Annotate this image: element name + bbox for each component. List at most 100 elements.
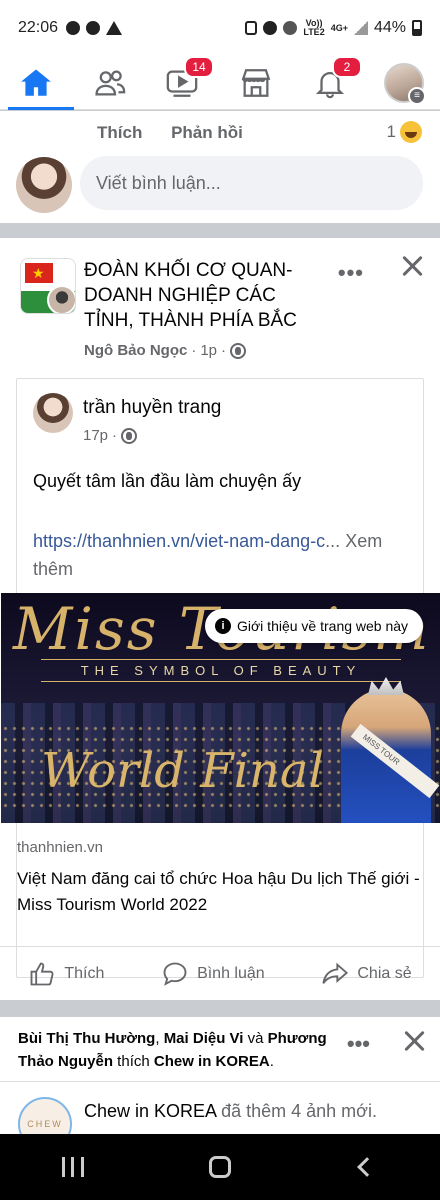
meta-dot: · — [221, 342, 227, 359]
comment-label: Bình luận — [197, 964, 265, 982]
top-nav-bar: 14 2 ≡ — [0, 56, 440, 110]
activity-actor-2[interactable]: Mai Diệu Vi — [164, 1030, 244, 1047]
shared-meta: 17p · — [83, 427, 138, 444]
comment-button[interactable]: Bình luận — [161, 960, 265, 988]
star-icon: ★ — [32, 265, 45, 281]
nav-watch[interactable]: 14 — [150, 56, 214, 110]
shared-time[interactable]: 17p — [83, 427, 108, 444]
post-action-bar: Thích Bình luận Chia sẻ — [0, 946, 440, 1000]
shared-link-text: https://thanhnien.vn/viet-nam-dang-c... … — [33, 527, 413, 583]
alarm-icon — [263, 21, 278, 35]
recents-button[interactable] — [53, 1147, 93, 1187]
lock-icon — [245, 21, 258, 35]
meta-dot: · — [191, 342, 197, 359]
comment-like-button[interactable]: Thích — [97, 123, 142, 142]
friend-activity: Bùi Thị Thu Hường, Mai Diệu Vi và Phương… — [18, 1027, 328, 1073]
link-title: Việt Nam đăng cai tổ chức Hoa hậu Du lịc… — [17, 869, 420, 914]
shared-post: trần huyền trang 17p · Quyết tâm lần đầu… — [1, 378, 440, 978]
url-ellipsis: ... — [325, 531, 341, 551]
system-navigation-bar — [0, 1134, 440, 1200]
comment-actions: Thích Phản hồi — [97, 123, 267, 143]
status-bar: 22:06 Vo)) LTE2 4G+ 44% — [0, 0, 440, 56]
author-mini-avatar — [47, 285, 75, 313]
signal-icon — [353, 21, 368, 35]
friends-icon — [95, 70, 126, 96]
activity-sep-1: , — [155, 1030, 164, 1047]
nav-notifications[interactable]: 2 — [298, 56, 362, 110]
like-label: Thích — [64, 964, 105, 982]
like-button[interactable]: Thích — [28, 960, 104, 988]
divider — [0, 1081, 440, 1082]
post-meta: Ngô Bảo Ngọc · 1p · — [84, 342, 247, 359]
network-lte: LTE2 — [303, 27, 325, 37]
feed-post: ★ ĐOÀN KHỐI CƠ QUAN-DOANH NGHIỆP CÁC TỈN… — [0, 238, 440, 1000]
back-chevron-icon — [356, 1157, 377, 1177]
watch-badge: 14 — [184, 56, 214, 78]
menu-icon: ≡ — [408, 87, 426, 105]
page-avatar[interactable]: ★ — [20, 258, 76, 314]
activity-sep-2: và — [243, 1030, 268, 1047]
network-type: 4G+ — [330, 22, 348, 33]
tooltip-label: Giới thiệu về trang web này — [237, 618, 409, 634]
activity-target[interactable]: Chew in KOREA — [154, 1053, 270, 1070]
facebook-icon — [86, 21, 101, 35]
share-label: Chia sẻ — [357, 964, 412, 982]
close-icon[interactable] — [398, 252, 426, 280]
post-time[interactable]: 1p — [200, 342, 217, 359]
info-icon: i — [215, 618, 231, 634]
meta-dot: · — [112, 427, 118, 444]
comment-input[interactable]: Viết bình luận... — [80, 156, 423, 210]
activity-verb: thích — [113, 1053, 154, 1070]
link-preview-image[interactable]: Miss Tourism THE SYMBOL OF BEAUTY World … — [1, 593, 440, 823]
thumbs-up-icon — [30, 962, 54, 985]
nav-home[interactable] — [4, 56, 74, 110]
messenger-icon — [66, 21, 81, 35]
post2-more-button[interactable]: ••• — [347, 1031, 370, 1057]
post-page-name[interactable]: ĐOÀN KHỐI CƠ QUAN-DOANH NGHIỆP CÁC TỈNH,… — [84, 258, 324, 333]
post2-header: Chew in KOREA đã thêm 4 ảnh mới. — [84, 1101, 377, 1122]
post2-action-text: đã thêm 4 ảnh mới. — [216, 1101, 377, 1121]
globe-icon — [121, 427, 138, 444]
post2-page-name[interactable]: Chew in KOREA — [84, 1101, 216, 1121]
sash-text: MISS TOUR — [350, 723, 440, 799]
shared-author-name[interactable]: trần huyền trang — [83, 397, 221, 419]
comment-reactions[interactable]: 1 — [387, 121, 422, 143]
network-status: Vo)) LTE2 — [303, 19, 324, 37]
nav-friends[interactable] — [78, 56, 142, 110]
shared-url-link[interactable]: https://thanhnien.vn/viet-nam-dang-c — [33, 531, 325, 551]
link-preview-footer[interactable]: thanhnien.vn Việt Nam đăng cai tổ chức H… — [17, 823, 423, 963]
battery-icon — [412, 20, 422, 36]
battery-percent: 44% — [373, 19, 406, 36]
comment-reply-button[interactable]: Phản hồi — [171, 123, 243, 142]
activity-end: . — [269, 1053, 274, 1070]
shared-author-avatar[interactable] — [33, 393, 73, 433]
nav-menu[interactable]: ≡ — [372, 56, 436, 110]
home-icon — [21, 69, 51, 96]
avatar-menu-icon: ≡ — [384, 63, 426, 105]
logo-tagline: THE SYMBOL OF BEAUTY — [41, 659, 401, 682]
store-icon — [241, 69, 271, 97]
world-final-headline: World Final — [41, 743, 324, 799]
notifications-badge: 2 — [332, 56, 362, 78]
current-user-avatar[interactable] — [16, 157, 72, 213]
recents-icon — [62, 1157, 85, 1177]
close-icon[interactable] — [400, 1027, 428, 1055]
about-website-tooltip[interactable]: i Giới thiệu về trang web này — [205, 609, 423, 643]
share-icon — [322, 962, 349, 984]
haha-emoji-icon — [400, 121, 422, 143]
back-button[interactable] — [347, 1147, 387, 1187]
activity-actor-1[interactable]: Bùi Thị Thu Hường — [18, 1030, 155, 1047]
link-domain: thanhnien.vn — [17, 839, 103, 856]
home-button[interactable] — [200, 1147, 240, 1187]
beauty-queen-figure: MISS TOUR — [341, 677, 440, 823]
reaction-count: 1 — [386, 122, 396, 141]
globe-icon — [230, 342, 247, 359]
status-time: 22:06 — [18, 19, 59, 36]
home-circle-icon — [208, 1156, 231, 1178]
post-author[interactable]: Ngô Bảo Ngọc — [84, 342, 187, 359]
share-button[interactable]: Chia sẻ — [321, 960, 412, 988]
shared-text: Quyết tâm lần đầu làm chuyện ấy — [33, 471, 302, 491]
nav-marketplace[interactable] — [224, 56, 288, 110]
post-more-button[interactable]: ••• — [338, 260, 364, 286]
feed-post-2: Bùi Thị Thu Hường, Mai Diệu Vi và Phương… — [0, 1017, 440, 1151]
